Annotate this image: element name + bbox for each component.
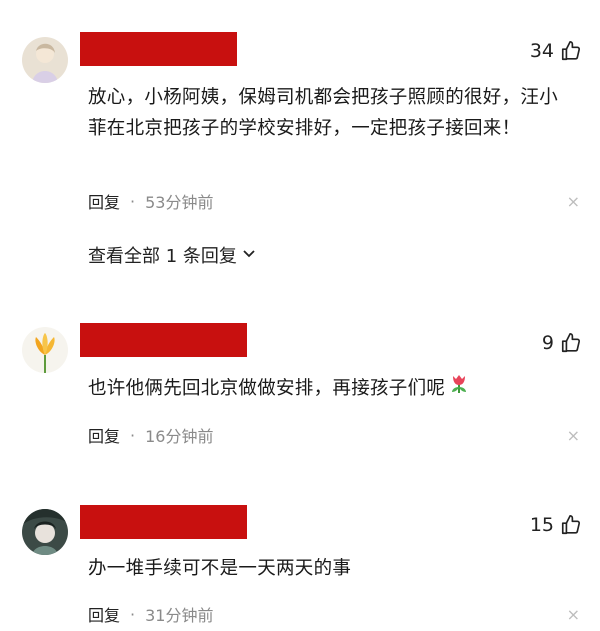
timestamp: 53分钟前 — [145, 193, 214, 212]
meta-separator: · — [130, 604, 136, 624]
redacted-username[interactable] — [80, 32, 237, 66]
meta-separator: · — [130, 425, 136, 445]
view-all-replies-button[interactable]: 查看全部 1 条回复 — [88, 242, 257, 268]
avatar[interactable] — [22, 509, 68, 555]
comment-meta: 回复 · 31分钟前 — [88, 602, 213, 626]
comment-meta: 回复 · 16分钟前 — [88, 423, 213, 447]
like-button[interactable]: 34 — [530, 40, 582, 62]
redacted-username[interactable] — [80, 505, 247, 539]
timestamp: 16分钟前 — [145, 427, 214, 446]
close-icon[interactable]: × — [567, 605, 580, 624]
avatar[interactable] — [22, 37, 68, 83]
view-replies-label: 查看全部 1 条回复 — [88, 246, 237, 267]
thumbs-up-icon — [560, 514, 582, 536]
like-button[interactable]: 15 — [530, 514, 582, 536]
like-count: 9 — [541, 332, 554, 354]
close-icon[interactable]: × — [567, 426, 580, 445]
comment-text: 办一堆手续可不是一天两天的事 — [88, 558, 352, 579]
redacted-username[interactable] — [80, 323, 247, 357]
reply-button[interactable]: 回复 — [88, 602, 120, 626]
timestamp: 31分钟前 — [145, 606, 214, 625]
tulip-emoji-icon — [447, 371, 471, 405]
thumbs-up-icon — [560, 332, 582, 354]
comment-text: 放心，小杨阿姨，保姆司机都会把孩子照顾的很好，汪小菲在北京把孩子的学校安排好，一… — [88, 87, 559, 139]
like-button[interactable]: 9 — [542, 332, 582, 354]
reply-button[interactable]: 回复 — [88, 423, 120, 447]
avatar[interactable] — [22, 327, 68, 373]
like-count: 15 — [529, 514, 554, 536]
comment-text: 也许他俩先回北京做做安排，再接孩子们呢 — [88, 371, 568, 405]
comment-text-content: 也许他俩先回北京做做安排，再接孩子们呢 — [88, 377, 446, 399]
reply-button[interactable]: 回复 — [88, 189, 120, 213]
like-count: 34 — [529, 40, 554, 62]
close-icon[interactable]: × — [567, 192, 580, 211]
comment-meta: 回复 · 53分钟前 — [88, 189, 213, 213]
meta-separator: · — [130, 191, 136, 211]
chevron-down-icon — [241, 245, 257, 266]
thumbs-up-icon — [560, 40, 582, 62]
